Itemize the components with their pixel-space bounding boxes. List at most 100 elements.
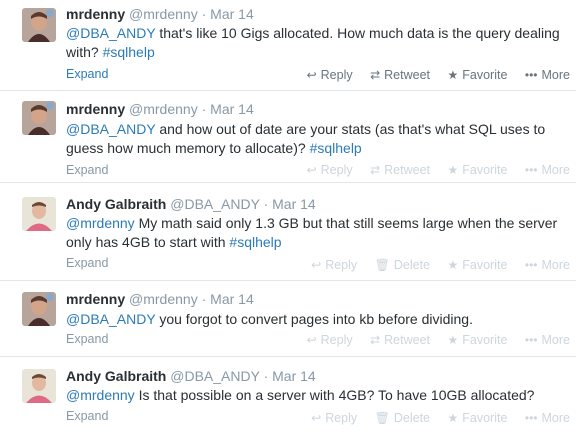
mention-link[interactable]: @DBA_ANDY [66, 121, 155, 137]
favorite-label: Favorite [462, 68, 508, 82]
tweet-header: mrdenny @mrdenny · Mar 14 [66, 6, 254, 22]
more-icon: ••• [524, 163, 538, 177]
favorite-button[interactable]: ★ Favorite [448, 333, 508, 347]
avatar[interactable] [22, 292, 56, 326]
separator: · [201, 101, 207, 117]
timestamp[interactable]: Mar 14 [272, 196, 316, 212]
hashtag-link[interactable]: #sqlhelp [229, 234, 281, 250]
reply-button[interactable]: ↩ Reply [311, 258, 357, 272]
reply-label: Reply [320, 68, 353, 82]
delete-label: Delete [393, 258, 431, 272]
expand-link[interactable]: Expand [66, 332, 108, 346]
retweet-button[interactable]: ⇄ Retweet [370, 333, 430, 347]
reply-button[interactable]: ↩ Reply [307, 163, 353, 177]
reply-icon: ↩ [306, 163, 317, 177]
expand-link[interactable]: Expand [66, 409, 108, 423]
avatar[interactable] [22, 197, 56, 231]
username[interactable]: @DBA_ANDY [170, 196, 259, 212]
tweet[interactable]: mrdenny @mrdenny · Mar 14 @DBA_ANDY that… [0, 0, 576, 91]
tweet-text: @mrdenny My math said only 1.3 GB but th… [66, 214, 566, 252]
mention-link[interactable]: @mrdenny [66, 215, 135, 231]
separator: · [263, 196, 269, 212]
reply-icon: ↩ [311, 258, 322, 272]
star-icon: ★ [447, 258, 459, 272]
reply-button[interactable]: ↩ Reply [307, 68, 353, 82]
tweet-actions: ↩ Reply 🗑 Delete ★ Favorite ••• More [297, 258, 570, 272]
tweet-text: @mrdenny Is that possible on a server wi… [66, 386, 566, 405]
favorite-button[interactable]: ★ Favorite [448, 68, 508, 82]
tweet-text-body: My math said only 1.3 GB but that still … [66, 215, 558, 250]
more-button[interactable]: ••• More [525, 333, 570, 347]
fullname[interactable]: Andy Galbraith [66, 196, 166, 212]
tweet[interactable]: mrdenny @mrdenny · Mar 14 @DBA_ANDY and … [0, 91, 576, 183]
tweet[interactable]: mrdenny @mrdenny · Mar 14 @DBA_ANDY you … [0, 281, 576, 357]
username[interactable]: @DBA_ANDY [170, 368, 259, 384]
tweet-text-body: Is that possible on a server with 4GB? T… [134, 387, 535, 403]
favorite-button[interactable]: ★ Favorite [448, 258, 508, 272]
hashtag-link[interactable]: #sqlhelp [310, 140, 362, 156]
more-button[interactable]: ••• More [525, 163, 570, 177]
retweet-label: Retweet [384, 163, 431, 177]
favorite-button[interactable]: ★ Favorite [448, 411, 508, 425]
username[interactable]: @mrdenny [129, 6, 198, 22]
favorite-button[interactable]: ★ Favorite [448, 163, 508, 177]
more-label: More [541, 163, 570, 177]
reply-label: Reply [320, 333, 353, 347]
tweet-actions: ↩ Reply ⇄ Retweet ★ Favorite ••• More [293, 163, 570, 177]
expand-link[interactable]: Expand [66, 67, 108, 81]
reply-label: Reply [325, 411, 358, 425]
reply-icon: ↩ [306, 333, 317, 347]
delete-button[interactable]: 🗑 Delete [375, 258, 430, 272]
star-icon: ★ [447, 333, 459, 347]
tweet-header: mrdenny @mrdenny · Mar 14 [66, 291, 254, 307]
mention-link[interactable]: @DBA_ANDY [66, 25, 155, 41]
timestamp[interactable]: Mar 14 [210, 291, 254, 307]
tweet[interactable]: Andy Galbraith @DBA_ANDY · Mar 14 @mrden… [0, 183, 576, 281]
expand-link[interactable]: Expand [66, 256, 108, 270]
mention-link[interactable]: @DBA_ANDY [66, 311, 155, 327]
fullname[interactable]: mrdenny [66, 291, 125, 307]
reply-button[interactable]: ↩ Reply [311, 411, 357, 425]
retweet-button[interactable]: ⇄ Retweet [370, 68, 430, 82]
fullname[interactable]: mrdenny [66, 6, 125, 22]
more-label: More [541, 68, 570, 82]
retweet-icon: ⇄ [370, 68, 381, 82]
hashtag-link[interactable]: #sqlhelp [103, 44, 155, 60]
reply-icon: ↩ [306, 68, 317, 82]
favorite-label: Favorite [462, 258, 508, 272]
tweet-header: Andy Galbraith @DBA_ANDY · Mar 14 [66, 368, 316, 384]
retweet-label: Retweet [384, 333, 431, 347]
fullname[interactable]: mrdenny [66, 101, 125, 117]
avatar[interactable] [22, 8, 56, 42]
separator: · [201, 291, 207, 307]
tweet-actions: ↩ Reply 🗑 Delete ★ Favorite ••• More [297, 411, 570, 425]
favorite-label: Favorite [462, 333, 508, 347]
timestamp[interactable]: Mar 14 [210, 6, 254, 22]
avatar[interactable] [22, 101, 56, 135]
more-button[interactable]: ••• More [525, 258, 570, 272]
username[interactable]: @mrdenny [129, 291, 198, 307]
more-button[interactable]: ••• More [525, 68, 570, 82]
tweet-text: @DBA_ANDY that's like 10 Gigs allocated.… [66, 24, 566, 62]
trash-icon: 🗑 [374, 411, 390, 425]
tweet-text: @DBA_ANDY and how out of date are your s… [66, 120, 566, 158]
delete-button[interactable]: 🗑 Delete [375, 411, 430, 425]
favorite-label: Favorite [462, 163, 508, 177]
more-icon: ••• [524, 258, 538, 272]
more-label: More [541, 333, 570, 347]
mention-link[interactable]: @mrdenny [66, 387, 135, 403]
star-icon: ★ [447, 68, 459, 82]
tweet[interactable]: Andy Galbraith @DBA_ANDY · Mar 14 @mrden… [0, 357, 576, 445]
separator: · [263, 368, 269, 384]
avatar[interactable] [22, 369, 56, 403]
expand-link[interactable]: Expand [66, 163, 108, 177]
timestamp[interactable]: Mar 14 [210, 101, 254, 117]
reply-button[interactable]: ↩ Reply [307, 333, 353, 347]
timestamp[interactable]: Mar 14 [272, 368, 316, 384]
username[interactable]: @mrdenny [129, 101, 198, 117]
more-button[interactable]: ••• More [525, 411, 570, 425]
separator: · [201, 6, 207, 22]
tweet-text: @DBA_ANDY you forgot to convert pages in… [66, 310, 566, 329]
retweet-button[interactable]: ⇄ Retweet [370, 163, 430, 177]
fullname[interactable]: Andy Galbraith [66, 368, 166, 384]
